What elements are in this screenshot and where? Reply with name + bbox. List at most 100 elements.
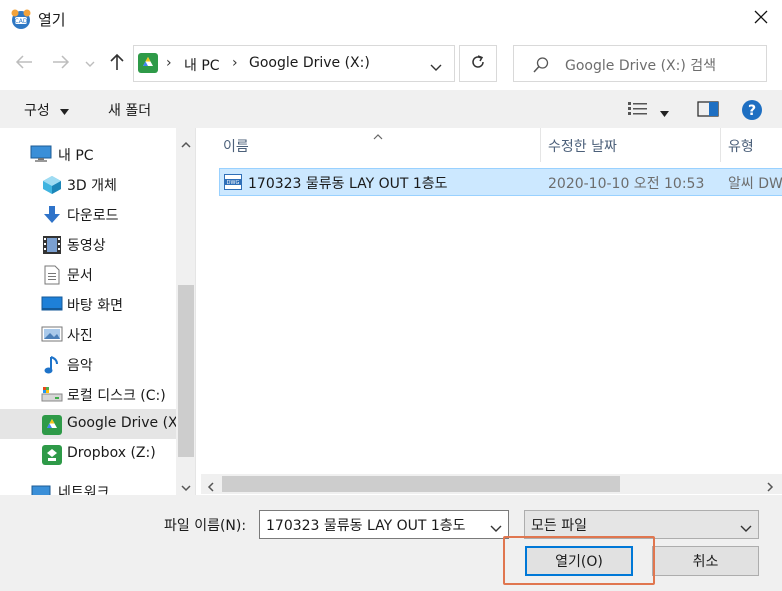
- file-type: 알씨 DW: [728, 176, 782, 192]
- horizontal-scroll-thumb[interactable]: [222, 476, 620, 492]
- command-toolbar: 구성 새 폴더 ?: [0, 90, 782, 128]
- breadcrumb-separator: ›: [166, 55, 172, 71]
- title-bar: CAD 열기: [0, 0, 782, 38]
- download-icon: [42, 205, 62, 223]
- search-input[interactable]: Google Drive (X:) 검색: [565, 55, 716, 75]
- address-bar[interactable]: › 내 PC › Google Drive (X:): [133, 45, 455, 82]
- close-button[interactable]: [746, 6, 776, 32]
- scroll-right-icon[interactable]: [767, 480, 774, 495]
- sidebar-item-this-pc[interactable]: 내 PC: [0, 139, 176, 169]
- back-button[interactable]: [13, 53, 35, 75]
- back-arrow-icon: [15, 54, 33, 74]
- 3d-objects-icon: [42, 175, 62, 194]
- sidebar-item-label: 음악: [67, 358, 93, 374]
- sidebar-item-pictures[interactable]: 사진: [0, 319, 176, 349]
- file-name: 170323 물류동 LAY OUT 1층도: [248, 176, 448, 192]
- sidebar-item-label: 내 PC: [58, 148, 94, 164]
- column-header-date[interactable]: 수정한 날짜: [548, 136, 617, 156]
- sidebar-item-google-drive[interactable]: Google Drive (X: [0, 409, 178, 439]
- file-row[interactable]: DWG 170323 물류동 LAY OUT 1층도 2020-10-10 오전…: [219, 168, 782, 196]
- refresh-button[interactable]: [459, 45, 497, 82]
- sidebar-item-label: Dropbox (Z:): [67, 445, 156, 461]
- sidebar-item-label: 로컬 디스크 (C:): [67, 388, 166, 404]
- scroll-left-icon[interactable]: [207, 480, 214, 495]
- file-type-select[interactable]: 모든 파일: [524, 510, 759, 539]
- sidebar-item-3d-objects[interactable]: 3D 개체: [0, 169, 176, 199]
- breadcrumb-separator: ›: [232, 55, 238, 71]
- file-name-field[interactable]: 170323 물류동 LAY OUT 1층도: [259, 510, 509, 539]
- organize-menu-button[interactable]: 구성: [24, 100, 70, 120]
- sidebar-item-local-disk[interactable]: 로컬 디스크 (C:): [0, 379, 176, 409]
- close-icon: [754, 10, 768, 28]
- music-icon: [43, 355, 63, 374]
- google-drive-icon: [42, 415, 62, 435]
- pc-icon: [30, 145, 52, 163]
- search-icon: [532, 56, 550, 78]
- file-name-label: 파일 이름(N):: [164, 518, 247, 534]
- chevron-down-icon[interactable]: [430, 60, 442, 76]
- sidebar-item-desktop[interactable]: 바탕 화면: [0, 289, 176, 319]
- breadcrumb-this-pc[interactable]: 내 PC: [184, 55, 220, 75]
- preview-pane-icon: [697, 101, 719, 121]
- local-disk-icon: [41, 385, 63, 403]
- recent-locations-button[interactable]: [82, 53, 98, 75]
- file-dialog-footer: 파일 이름(N): 170323 물류동 LAY OUT 1층도 모든 파일 열…: [0, 495, 782, 591]
- help-button[interactable]: ?: [741, 99, 763, 125]
- pictures-icon: [41, 325, 63, 343]
- column-divider[interactable]: [540, 128, 541, 162]
- sidebar-item-label: 네트워크: [58, 485, 110, 495]
- up-button[interactable]: [106, 53, 128, 75]
- sidebar-item-label: 동영상: [67, 238, 106, 254]
- organize-label: 구성: [24, 103, 50, 119]
- column-header-type[interactable]: 유형: [728, 136, 754, 156]
- svg-text:CAD: CAD: [15, 18, 28, 25]
- focus-highlight-box: [503, 536, 655, 585]
- chevron-down-icon[interactable]: [490, 521, 502, 537]
- forward-button[interactable]: [50, 53, 72, 75]
- sidebar-scroll-thumb[interactable]: [178, 285, 194, 457]
- dropbox-icon: [42, 445, 62, 465]
- sidebar-item-label: 다운로드: [67, 208, 119, 224]
- sidebar-item-documents[interactable]: 문서: [0, 259, 176, 289]
- sidebar-item-label: 사진: [67, 328, 93, 344]
- dwg-file-icon: DWG: [224, 174, 242, 194]
- sidebar-item-label: 바탕 화면: [67, 298, 123, 314]
- sidebar-item-network[interactable]: 네트워크: [0, 476, 176, 495]
- view-options-button[interactable]: [627, 101, 669, 121]
- sidebar-item-downloads[interactable]: 다운로드: [0, 199, 176, 229]
- new-folder-button[interactable]: 새 폴더: [108, 100, 151, 120]
- sidebar-item-dropbox[interactable]: Dropbox (Z:): [0, 439, 176, 469]
- cad-app-icon: CAD: [10, 8, 32, 30]
- document-icon: [43, 265, 63, 285]
- sidebar-item-videos[interactable]: 동영상: [0, 229, 176, 259]
- file-modified-date: 2020-10-10 오전 10:53: [548, 176, 705, 192]
- scroll-up-icon[interactable]: [181, 136, 191, 152]
- sort-ascending-icon: [373, 128, 383, 144]
- window-title: 열기: [38, 11, 66, 29]
- desktop-icon: [41, 295, 63, 313]
- file-name-value: 170323 물류동 LAY OUT 1층도: [266, 518, 466, 534]
- chevron-down-icon: [740, 521, 752, 537]
- column-divider[interactable]: [720, 128, 721, 162]
- refresh-icon: [470, 54, 486, 74]
- column-header-name[interactable]: 이름: [223, 136, 249, 156]
- caret-down-icon: [660, 105, 669, 121]
- forward-arrow-icon: [52, 54, 70, 74]
- file-list-pane: 이름 수정한 날짜 유형 DWG 170323 물류동 LAY OUT 1층도 …: [201, 128, 782, 495]
- breadcrumb-google-drive[interactable]: Google Drive (X:): [249, 55, 370, 71]
- scroll-down-icon[interactable]: [181, 480, 191, 495]
- details-view-icon: [627, 102, 649, 121]
- cancel-button[interactable]: 취소: [652, 546, 759, 576]
- chevron-down-icon: [85, 56, 95, 72]
- up-arrow-icon: [109, 53, 125, 75]
- network-icon: [30, 482, 51, 495]
- file-list-horizontal-scrollbar[interactable]: [201, 474, 782, 494]
- sidebar-item-label: 3D 개체: [67, 178, 117, 194]
- sidebar-item-music[interactable]: 음악: [0, 349, 176, 379]
- sidebar-scrollbar[interactable]: [176, 128, 195, 495]
- video-icon: [42, 235, 62, 254]
- sidebar-item-label: 문서: [67, 268, 93, 284]
- search-box[interactable]: Google Drive (X:) 검색: [513, 45, 767, 82]
- svg-text:?: ?: [748, 103, 756, 119]
- preview-pane-button[interactable]: [697, 101, 719, 121]
